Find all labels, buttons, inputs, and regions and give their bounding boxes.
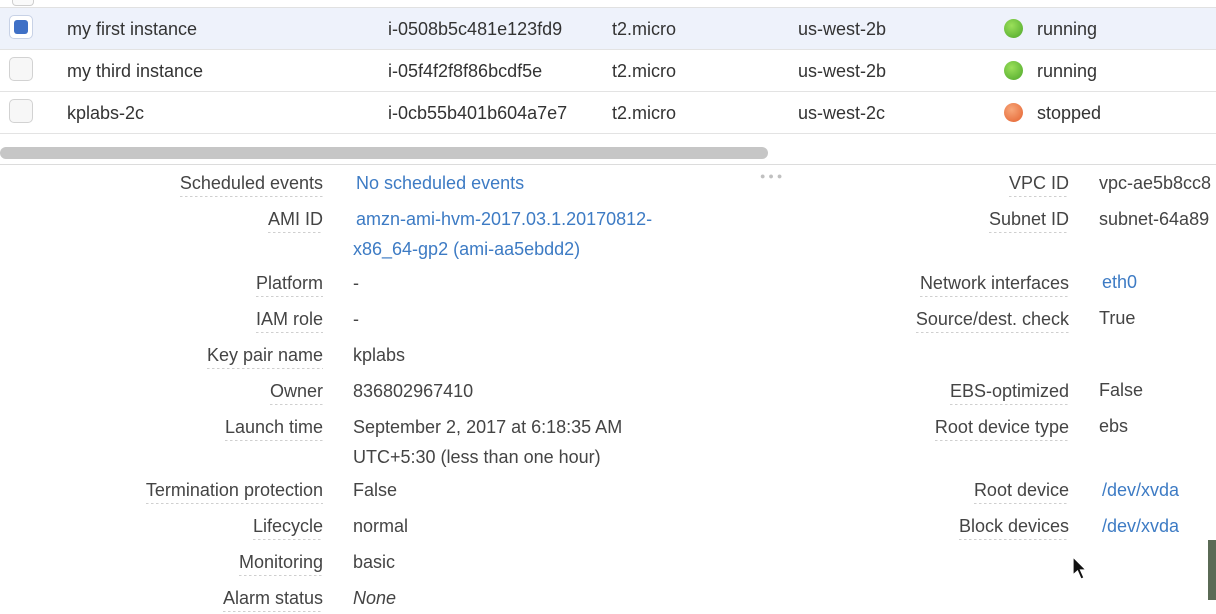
detail-label: Subnet ID bbox=[988, 209, 1069, 233]
subnet-id-value: subnet-64a89 bbox=[1099, 209, 1210, 229]
detail-label: EBS-optimized bbox=[949, 381, 1069, 405]
detail-label: Root device bbox=[973, 480, 1069, 504]
detail-label: Root device type bbox=[934, 417, 1069, 441]
block-devices-link[interactable]: /dev/xvda bbox=[1102, 511, 1179, 541]
details-right-column: VPC ID Subnet ID Network interfaces Sour… bbox=[0, 0, 1069, 614]
ebs-optimized-value: False bbox=[1099, 380, 1144, 400]
detail-label: VPC ID bbox=[1008, 173, 1069, 197]
mouse-cursor-icon bbox=[1072, 556, 1088, 580]
vpc-id-value: vpc-ae5b8cc8 bbox=[1099, 173, 1212, 193]
detail-label: Source/dest. check bbox=[915, 309, 1069, 333]
network-interface-link[interactable]: eth0 bbox=[1102, 267, 1137, 297]
detail-label: Block devices bbox=[958, 516, 1069, 540]
detail-label: Network interfaces bbox=[919, 273, 1069, 297]
edge-artifact bbox=[1208, 540, 1216, 600]
root-device-type-value: ebs bbox=[1099, 416, 1129, 436]
source-dest-check-value: True bbox=[1099, 308, 1136, 328]
root-device-link[interactable]: /dev/xvda bbox=[1102, 475, 1179, 505]
